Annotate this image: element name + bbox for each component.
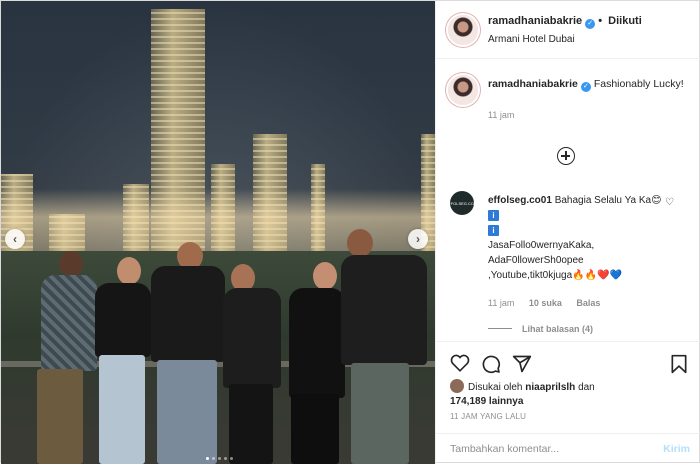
person: [147, 234, 227, 464]
plus-circle-icon[interactable]: [557, 147, 575, 165]
comment-time[interactable]: 11 jam: [488, 298, 514, 308]
post-photo[interactable]: ‹ ›: [1, 1, 435, 464]
likes-prefix: Disukai oleh: [468, 382, 523, 393]
comments-section[interactable]: ramadhaniabakrie ✓ Fashionably Lucky! 11 …: [436, 59, 700, 341]
avatar[interactable]: [448, 75, 478, 105]
emoji-group: 🔥🔥❤️💙: [572, 270, 622, 281]
smile-emoji: 😊: [651, 195, 662, 206]
likes-count[interactable]: 174,189 lainnya: [450, 396, 523, 407]
carousel-dot: [212, 457, 215, 460]
caption-username[interactable]: ramadhaniabakrie: [488, 78, 578, 90]
verified-icon: ✓: [585, 19, 596, 29]
comment-input[interactable]: Tambahkan komentar...: [450, 443, 559, 455]
comment-likes[interactable]: 10 suka: [529, 298, 562, 308]
instagram-post: ‹ › ramadhaniabakrie ✓ • Diikuti Armani H…: [0, 0, 700, 464]
carousel-prev-button[interactable]: ‹: [5, 229, 25, 249]
share-icon[interactable]: [512, 354, 532, 374]
person: [15, 249, 97, 464]
carousel-dot: [206, 457, 209, 460]
likes-summary: Disukai oleh niaaprilslh dan 174,189 lai…: [450, 379, 595, 409]
action-bar: [436, 341, 700, 381]
avatar[interactable]: EFFOLSEG.CO01: [446, 191, 478, 215]
comment-icon[interactable]: [481, 354, 501, 374]
view-replies-label: Lihat balasan (4): [522, 324, 594, 334]
location-link[interactable]: Armani Hotel Dubai: [488, 34, 575, 45]
add-comment-bar: Tambahkan komentar... Kirim: [436, 433, 700, 464]
view-replies-button[interactable]: Lihat balasan (4): [488, 324, 593, 334]
person: [223, 244, 283, 464]
avatar[interactable]: [450, 379, 464, 393]
divider: [488, 328, 512, 329]
header-user-line: ramadhaniabakrie ✓ • Diikuti: [488, 15, 642, 29]
bookmark-icon[interactable]: [670, 354, 688, 374]
info-icon: i: [488, 210, 499, 221]
separator: •: [598, 15, 603, 27]
likes-middle: dan: [578, 382, 595, 393]
username-link[interactable]: ramadhaniabakrie: [488, 15, 582, 27]
avatar[interactable]: [448, 15, 478, 45]
comment-username[interactable]: effolseg.co01: [488, 195, 552, 206]
person: [83, 249, 153, 464]
carousel-dot: [230, 457, 233, 460]
comment-line: AdaF0llowerSh0opee: [488, 255, 584, 266]
comment-meta: 11 jam 10 suka Balas: [488, 298, 612, 308]
info-icon: i: [488, 225, 499, 236]
liker-username[interactable]: niaaprilslh: [525, 382, 575, 393]
carousel-indicator: [206, 457, 233, 460]
caption: ramadhaniabakrie ✓ Fashionably Lucky! 11 …: [488, 77, 688, 123]
person: [341, 229, 427, 464]
verified-icon: ✓: [580, 82, 591, 92]
person: [283, 244, 347, 464]
heart-icon[interactable]: [450, 354, 470, 372]
comment-like-icon[interactable]: ♡: [665, 197, 674, 208]
post-details-panel: ramadhaniabakrie ✓ • Diikuti Armani Hotel…: [435, 1, 700, 464]
caption-time[interactable]: 11 jam: [488, 108, 688, 123]
comment-line: ,Youtube,tikt0kjuga: [488, 270, 573, 281]
post-comment-button[interactable]: Kirim: [663, 443, 690, 455]
caption-text: Fashionably Lucky!: [593, 78, 684, 90]
carousel-dot: [224, 457, 227, 460]
comment-line: Bahagia Selalu Ya Ka: [554, 195, 652, 206]
posted-time[interactable]: 11 JAM YANG LALU: [450, 412, 526, 421]
carousel-next-button[interactable]: ›: [408, 229, 428, 249]
reply-button[interactable]: Balas: [576, 298, 600, 308]
post-header: ramadhaniabakrie ✓ • Diikuti Armani Hotel…: [436, 1, 700, 59]
follow-status-button[interactable]: Diikuti: [608, 15, 642, 27]
comment-text: effolseg.co01 Bahagia Selalu Ya Ka😊 i i …: [488, 193, 668, 283]
chevron-right-icon: ›: [416, 232, 420, 246]
carousel-dot: [218, 457, 221, 460]
comment-line: JasaFollo0wernyaKaka,: [488, 240, 595, 251]
chevron-left-icon: ‹: [13, 232, 17, 246]
